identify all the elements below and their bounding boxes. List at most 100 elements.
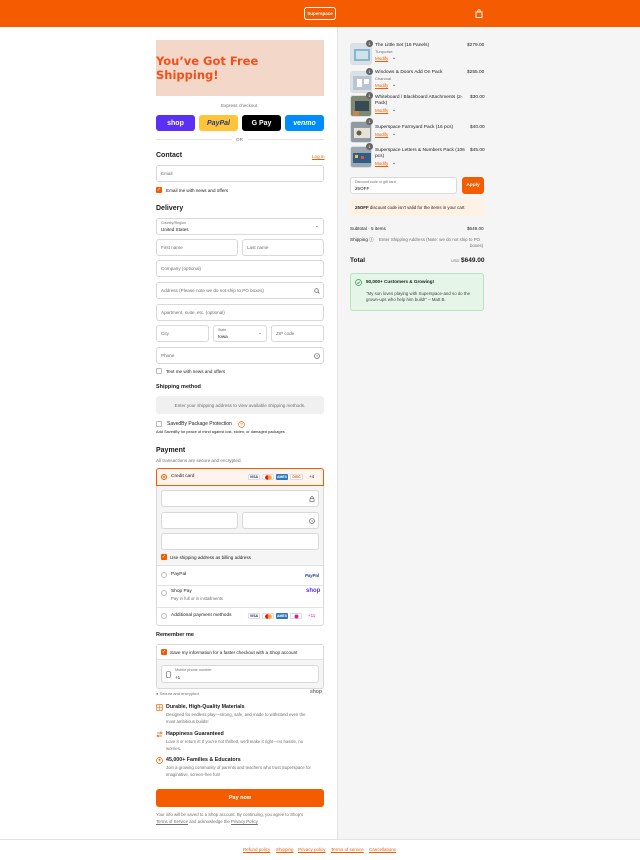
amex-icon: AMEX <box>276 474 288 480</box>
address-field[interactable]: Address (Please note we do not ship to P… <box>156 282 324 299</box>
info-icon[interactable]: ? <box>238 421 245 428</box>
modify-link[interactable]: Modify <box>375 108 388 113</box>
chevron-down-icon[interactable]: ⌄ <box>392 82 396 88</box>
feature-desc-1b: most ambitious builds! <box>166 719 209 724</box>
state-label: State <box>218 328 227 332</box>
paypal-button[interactable]: PayPal <box>199 115 238 131</box>
paypal-radio[interactable] <box>161 572 167 578</box>
shipping-label: Shipping ⓘ <box>350 237 374 243</box>
modify-link[interactable]: Modify <box>375 161 388 166</box>
news-checkbox[interactable]: ✓ <box>156 187 162 193</box>
terms-link[interactable]: Terms of Service <box>156 819 188 824</box>
item-name-3a: Whiteboard / Blackboard Attachments (2- <box>375 95 463 100</box>
country-select[interactable]: Country/Region United States ⌄ <box>156 218 324 235</box>
state-value: Iowa <box>218 334 228 339</box>
footer-shipping-link[interactable]: Shipping <box>276 847 294 852</box>
footer-cancellations-link[interactable]: Cancellations <box>369 847 396 852</box>
discount-error-message: discount code isn't valid for the items … <box>369 205 465 210</box>
currency-label: USD <box>451 258 460 263</box>
additional-label: Additional payment methods <box>171 613 232 618</box>
first-name-field[interactable]: First name <box>156 239 238 256</box>
total-label: Total <box>350 257 366 264</box>
shoppay-radio[interactable] <box>161 590 167 596</box>
phone-field[interactable]: Phone ? <box>156 347 324 364</box>
modify-link[interactable]: Modify <box>375 56 388 61</box>
mastercard-icon <box>262 613 274 619</box>
zip-field[interactable]: ZIP code <box>271 325 324 342</box>
google-pay-button[interactable]: G Pay <box>242 115 281 131</box>
footer-refund-link[interactable]: Refund policy <box>243 847 270 852</box>
visa-icon: VISA <box>248 474 260 480</box>
brand-logo[interactable]: Superspace <box>304 7 336 20</box>
savedby-checkbox[interactable] <box>156 421 162 427</box>
modify-link[interactable]: Modify <box>375 83 388 88</box>
card-number-field[interactable] <box>161 490 319 507</box>
feature-title-3: 45,000+ Families & Educators <box>166 757 241 763</box>
last-name-field[interactable]: Last name <box>242 239 324 256</box>
security-code-field[interactable]: ? <box>242 512 319 529</box>
email-field[interactable]: Email <box>156 165 324 182</box>
chevron-down-icon: ⌄ <box>315 223 319 228</box>
help-icon[interactable]: ? <box>314 353 320 359</box>
city-field[interactable]: City <box>156 325 209 342</box>
help-icon[interactable]: ? <box>309 518 315 524</box>
lock-icon <box>309 496 315 502</box>
secure-text: Secure and encrypted <box>159 691 199 696</box>
text-me-checkbox[interactable] <box>156 368 162 374</box>
svg-text:?: ? <box>240 422 243 427</box>
apply-button[interactable]: Apply <box>462 177 484 194</box>
divider-left <box>156 139 232 140</box>
review-text-1: "My son loves playing with Superspace-an… <box>366 291 471 296</box>
apartment-field[interactable]: Apartment, suite, etc. (optional) <box>156 304 324 321</box>
quantity-badge: 1 <box>366 118 373 125</box>
header: Superspace <box>0 0 640 27</box>
expiry-field[interactable] <box>161 512 238 529</box>
more-cards: +4 <box>309 474 315 479</box>
shipping-method-box: Enter your shipping address to view avai… <box>156 396 324 414</box>
footer-privacy-link[interactable]: Privacy policy <box>298 847 326 852</box>
express-checkout-label: Express checkout <box>221 103 258 108</box>
check-circle-icon <box>355 279 362 286</box>
item-price-5: $45.00 <box>470 148 485 153</box>
feature-desc-2a: Love it or return it! If you're not thri… <box>166 739 304 744</box>
item-variant-1: Turquoise <box>375 49 393 54</box>
search-icon <box>314 288 320 294</box>
billing-checkbox[interactable]: ✓ <box>161 554 167 560</box>
state-select[interactable]: State Iowa ⌄ <box>213 325 267 342</box>
box-icon <box>156 704 163 711</box>
modify-link[interactable]: Modify <box>375 132 388 137</box>
discount-error-code: 25OFF <box>355 205 369 210</box>
login-link[interactable]: Log in <box>312 154 325 160</box>
country-label: Country/Region <box>161 221 186 225</box>
chevron-down-icon[interactable]: ⌄ <box>392 160 396 166</box>
privacy-link[interactable]: Privacy Policy <box>231 819 258 824</box>
chevron-down-icon[interactable]: ⌄ <box>392 107 396 113</box>
save-info-checkbox[interactable]: ✓ <box>161 649 167 655</box>
name-on-card-field[interactable] <box>161 533 319 550</box>
paypal-label: PayPal <box>171 572 187 577</box>
shipping-value-2: boxes) <box>470 243 484 248</box>
quantity-badge: 1 <box>366 92 373 99</box>
billing-label: Use shipping address as billing address <box>170 555 251 560</box>
terms-and: and acknowledge the <box>189 819 230 824</box>
mobile-phone-field[interactable]: Mobile phone number +1 <box>161 665 319 683</box>
footer-terms-link[interactable]: Terms of service <box>331 847 364 852</box>
credit-card-radio[interactable] <box>161 474 167 480</box>
chevron-down-icon[interactable]: ⌄ <box>392 55 396 61</box>
shoppay-logo: shop <box>306 588 321 594</box>
mobile-label: Mobile phone number <box>175 668 212 672</box>
discount-field[interactable]: Discount code or gift card 25OFF <box>350 177 457 194</box>
country-value: United States <box>161 227 189 232</box>
chevron-down-icon[interactable]: ⌄ <box>392 131 396 137</box>
visa-text: VISA <box>249 475 259 479</box>
bag-icon[interactable] <box>475 9 483 18</box>
pay-now-button[interactable]: Pay now <box>156 789 324 807</box>
help-icon[interactable]: ⓘ <box>369 237 374 242</box>
shop-pay-button[interactable]: shop <box>156 115 195 131</box>
additional-radio[interactable] <box>161 613 167 619</box>
venmo-button[interactable]: venmo <box>285 115 324 131</box>
company-field[interactable]: Company (optional) <box>156 260 324 277</box>
company-placeholder: Company (optional) <box>161 266 202 271</box>
city-placeholder: City <box>161 331 169 336</box>
address-placeholder: Address (Please note we do not ship to P… <box>161 288 264 293</box>
